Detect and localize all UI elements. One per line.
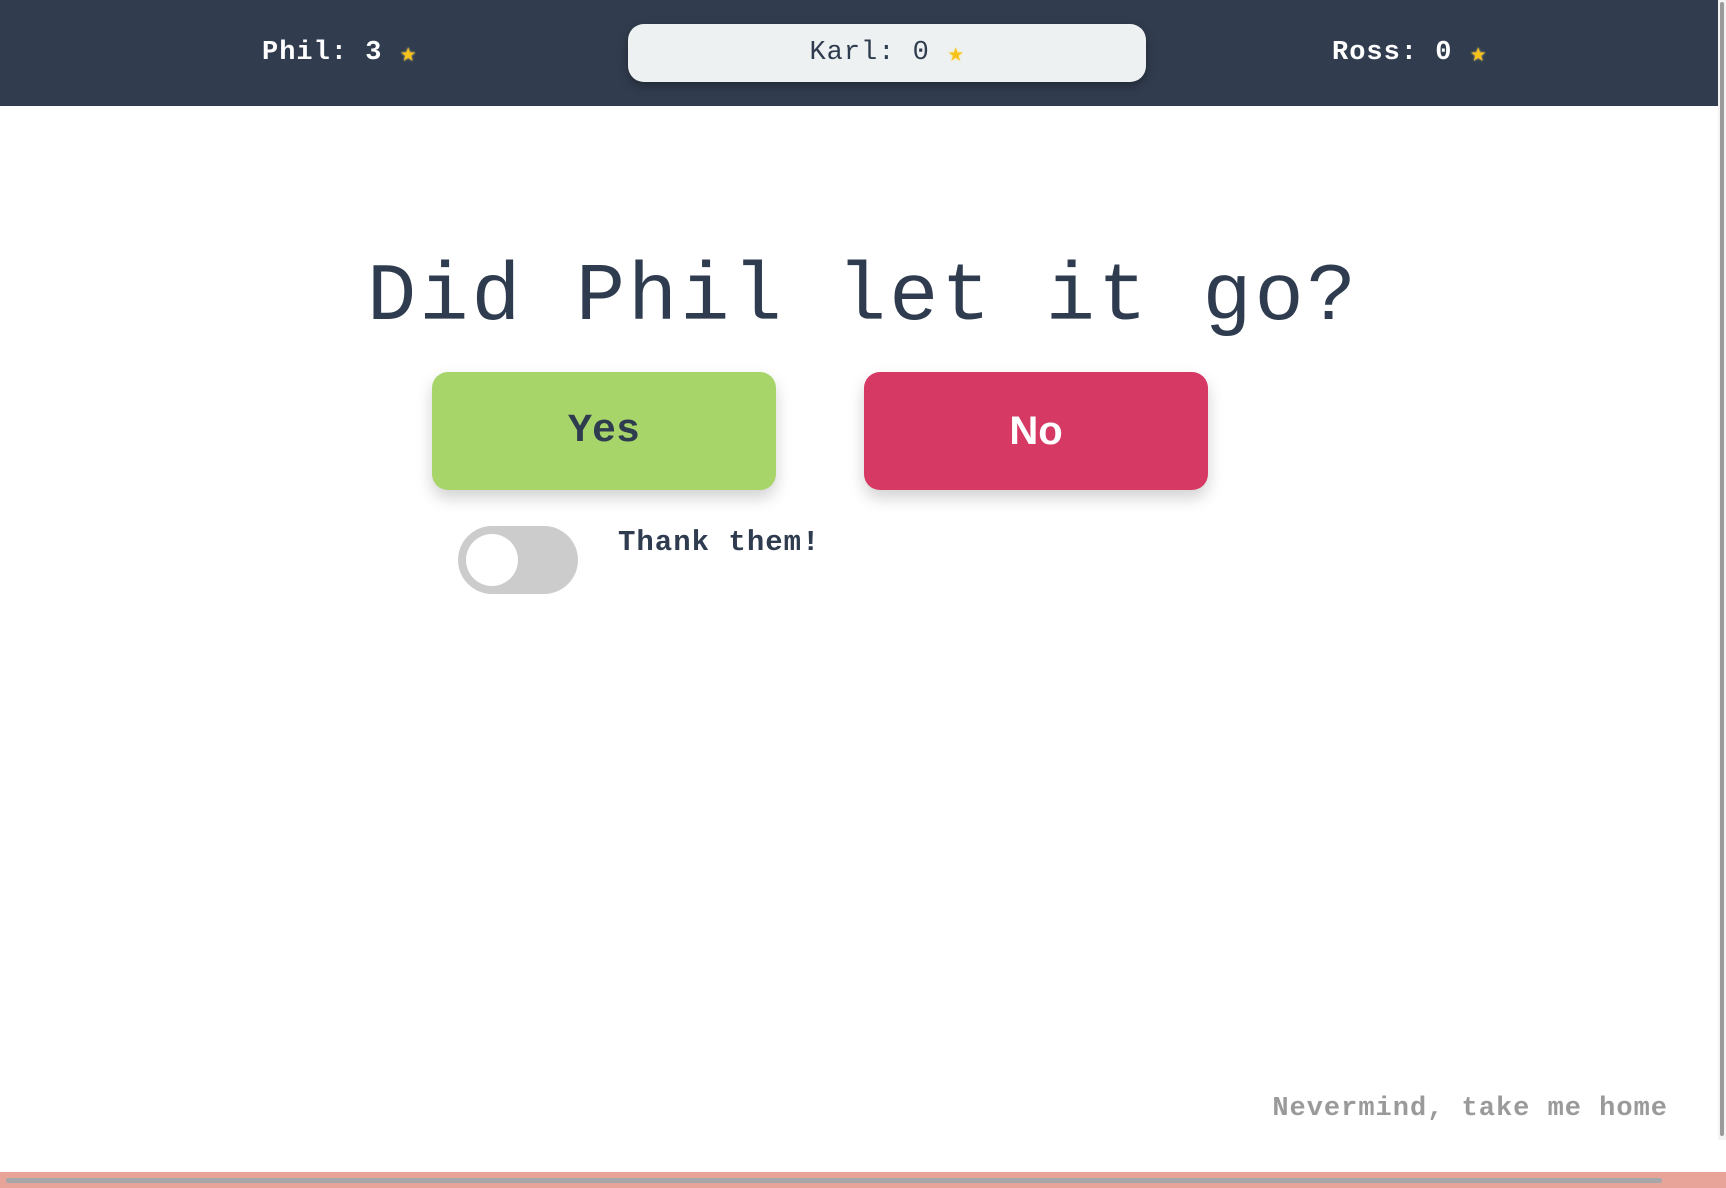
star-icon: ★ (400, 38, 418, 69)
score-phil[interactable]: Phil: 3 ★ (262, 24, 432, 82)
score-karl-label: Karl: 0 (809, 38, 930, 68)
vertical-scrollbar-thumb[interactable] (1720, 2, 1724, 1136)
horizontal-scrollbar[interactable] (0, 1172, 1726, 1188)
yes-button[interactable]: Yes (432, 372, 776, 490)
score-phil-label: Phil: 3 (262, 38, 383, 68)
star-icon: ★ (1470, 38, 1488, 69)
thank-them-toggle[interactable] (458, 526, 578, 594)
thank-them-label: Thank them! (618, 526, 821, 559)
no-button[interactable]: No (864, 372, 1208, 490)
horizontal-scrollbar-thumb[interactable] (6, 1178, 1662, 1183)
toggle-knob (466, 534, 518, 586)
page: Phil: 3 ★ Karl: 0 ★ Ross: 0 ★ Did Phil l… (0, 0, 1726, 1188)
score-ross-label: Ross: 0 (1332, 38, 1453, 68)
question-title: Did Phil let it go? (367, 250, 1359, 344)
vertical-scrollbar[interactable] (1718, 0, 1726, 1140)
scorebar: Phil: 3 ★ Karl: 0 ★ Ross: 0 ★ (0, 0, 1726, 106)
home-link[interactable]: Nevermind, take me home (1272, 1094, 1668, 1124)
star-icon: ★ (947, 38, 965, 69)
score-ross[interactable]: Ross: 0 ★ (1332, 24, 1512, 82)
score-karl-active[interactable]: Karl: 0 ★ (628, 24, 1146, 82)
